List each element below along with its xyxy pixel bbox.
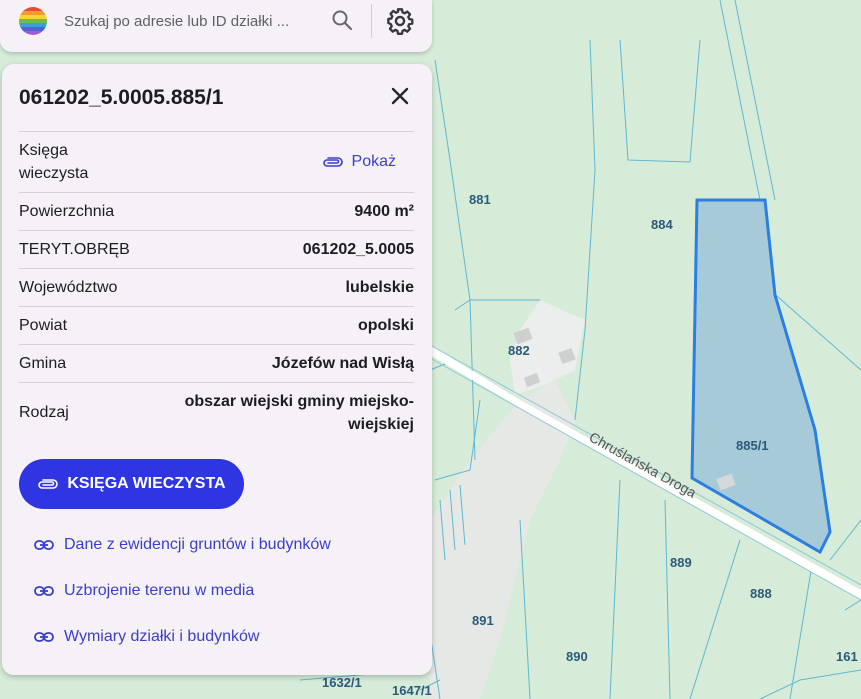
link-icon — [34, 586, 54, 596]
parcel-label: 888 — [750, 586, 772, 601]
row-value: Józefów nad Wisłą — [271, 354, 414, 372]
parcel-label: 1632/1 — [322, 675, 362, 690]
parcel-label: 882 — [508, 343, 530, 358]
row-value: 9400 m² — [354, 202, 414, 220]
row-powiat: Powiat opolski — [19, 306, 414, 344]
pokaz-label: Pokaż — [351, 153, 396, 170]
details-table: Księga wieczysta Pokaż Powierzchnia 9400… — [19, 131, 414, 443]
row-wojewodztwo: Województwo lubelskie — [19, 268, 414, 306]
pokaz-link[interactable]: Pokaż — [322, 153, 396, 171]
row-label: Powiat — [19, 316, 68, 334]
link-label: Uzbrojenie terenu w media — [64, 582, 255, 599]
gear-icon[interactable] — [386, 7, 414, 35]
parcel-label: 890 — [566, 649, 588, 664]
row-label: Księga wieczysta — [19, 142, 89, 182]
row-value: obszar wiejski gminy miejsko-wiejskiej — [184, 393, 414, 433]
paperclip-icon — [322, 157, 343, 167]
link-icon — [34, 540, 54, 550]
row-label: Gmina — [19, 354, 67, 372]
ksiega-wieczysta-button[interactable]: KSIĘGA WIECZYSTA — [19, 459, 244, 509]
paperclip-icon — [38, 479, 59, 489]
row-value: 061202_5.0005 — [302, 240, 414, 258]
parcel-label: 884 — [651, 217, 673, 232]
parcel-info-panel: 061202_5.0005.885/1 Księga wieczysta Pok… — [2, 64, 432, 675]
parcel-label: 891 — [472, 613, 494, 628]
parcel-label: 161 — [836, 649, 858, 664]
row-powierzchnia: Powierzchnia 9400 m² — [19, 192, 414, 230]
row-label: Województwo — [19, 278, 118, 296]
link-label: Dane z ewidencji gruntów i budynków — [64, 536, 331, 553]
app-logo[interactable] — [19, 7, 47, 35]
parcel-label: 1647/1 — [392, 683, 432, 698]
close-icon[interactable] — [388, 84, 412, 108]
parcel-label: 881 — [469, 192, 491, 207]
search-bar — [0, 0, 432, 52]
link-wymiary-dzialki[interactable]: Wymiary działki i budynków — [34, 628, 259, 646]
link-uzbrojenie-terenu[interactable]: Uzbrojenie terenu w media — [34, 582, 254, 600]
panel-title: 061202_5.0005.885/1 — [19, 86, 224, 109]
row-ksiega-wieczysta: Księga wieczysta Pokaż — [19, 131, 414, 192]
divider — [371, 4, 372, 38]
row-label: Powierzchnia — [19, 202, 115, 220]
row-value: lubelskie — [345, 278, 414, 296]
row-label: Rodzaj — [19, 404, 69, 421]
search-icon[interactable] — [330, 8, 354, 32]
link-dane-ewidencji[interactable]: Dane z ewidencji gruntów i budynków — [34, 536, 331, 554]
row-label: TERYT.OBRĘB — [19, 240, 130, 258]
parcel-label: 885/1 — [736, 438, 769, 453]
search-input[interactable] — [62, 8, 316, 34]
row-value: opolski — [357, 316, 414, 334]
link-label: Wymiary działki i budynków — [64, 628, 260, 645]
row-teryt: TERYT.OBRĘB 061202_5.0005 — [19, 230, 414, 268]
row-rodzaj: Rodzaj obszar wiejski gminy miejsko-wiej… — [19, 382, 414, 443]
link-icon — [34, 632, 54, 642]
row-gmina: Gmina Józefów nad Wisłą — [19, 344, 414, 382]
parcel-label: 889 — [670, 555, 692, 570]
ksiega-wieczysta-button-label: KSIĘGA WIECZYSTA — [67, 475, 226, 492]
